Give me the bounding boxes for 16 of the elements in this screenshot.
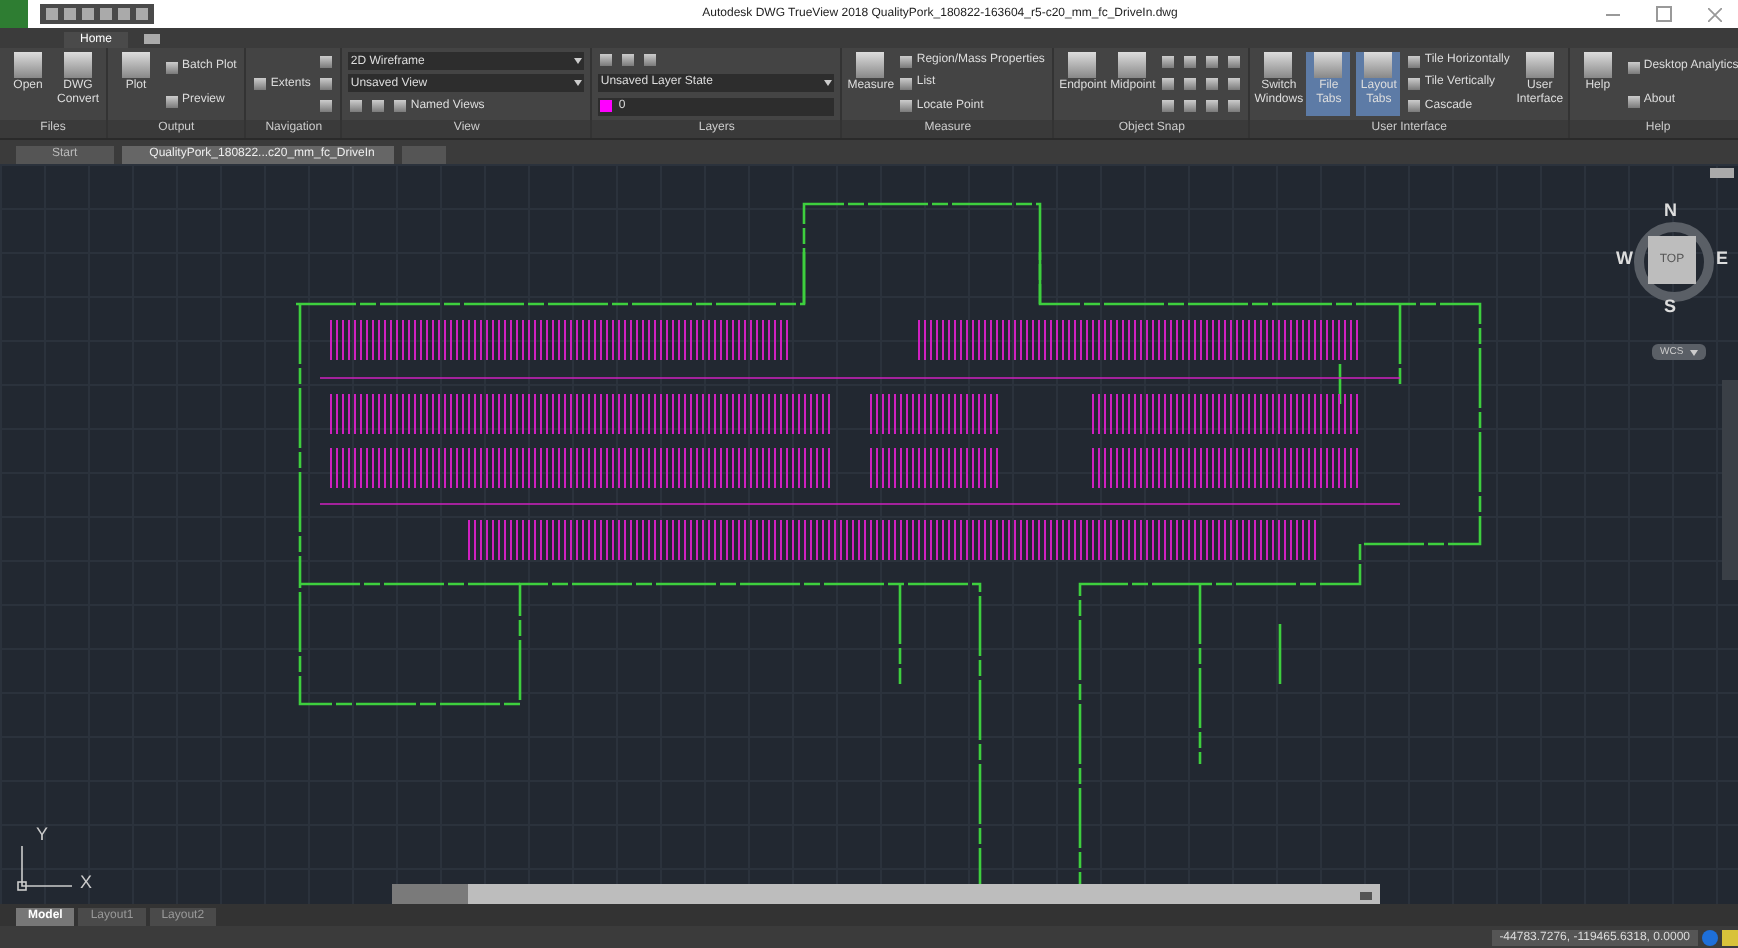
compass-label[interactable]: S [1664,296,1677,316]
ucs-axes-icon [16,844,76,892]
caret-icon [1689,349,1698,355]
minimize-icon[interactable] [1606,13,1620,15]
compass-label[interactable]: E [1716,248,1729,268]
quick-access-toolbar[interactable] [40,4,154,24]
restore-icon[interactable] [1656,6,1672,22]
caret-icon [574,80,583,87]
ribbon-options-icon[interactable] [144,34,161,44]
close-icon[interactable] [1708,7,1722,21]
caret-icon [824,79,833,86]
axis-label: X [80,872,93,892]
axis-label: Y [36,824,49,844]
compass-label[interactable]: N [1664,200,1677,220]
caret-icon [574,58,583,65]
compass-label[interactable]: W [1616,248,1633,268]
